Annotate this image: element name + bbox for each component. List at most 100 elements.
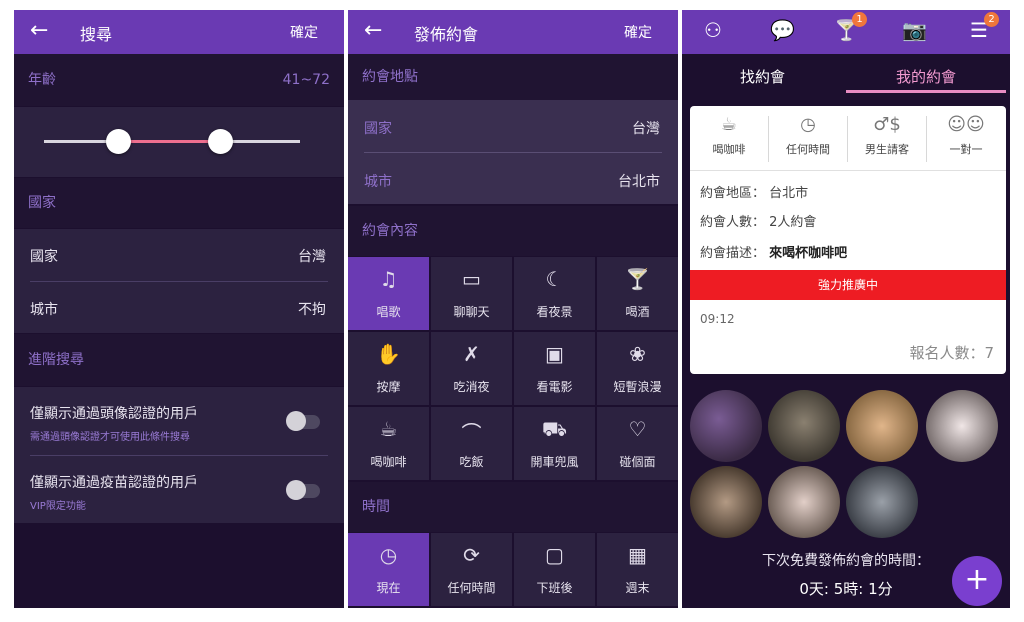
city-value: 不拘 — [298, 302, 326, 318]
tag-label: 一對一 — [949, 143, 983, 156]
country-row[interactable]: 國家 台灣 — [348, 100, 678, 152]
country-section-header: 國家 — [14, 178, 344, 228]
age-label: 年齡 — [28, 72, 56, 88]
area-value: 台北市 — [769, 186, 809, 201]
age-range-value: 41~72 — [282, 72, 330, 88]
country-row[interactable]: 國家 台灣 — [14, 229, 344, 281]
cloche-icon: ⌒ — [461, 421, 482, 445]
filter-hint: 需通過頭像認證才可使用此條件搜尋 — [30, 432, 190, 443]
date-area-line: 約會地區： 台北市 — [700, 182, 808, 201]
clock-arrow-icon: ⟳ — [463, 543, 480, 567]
time-now[interactable]: ◷ 現在 — [348, 533, 429, 606]
coffee-cup-icon: ☕ — [720, 114, 738, 135]
vaccine-filter-toggle[interactable] — [286, 480, 320, 500]
confirm-button[interactable]: 確定 — [624, 22, 652, 42]
briefcase-icon: ▢ — [545, 543, 564, 567]
avatar[interactable] — [846, 390, 918, 462]
time-weekend[interactable]: ▦ 週末 — [597, 533, 678, 606]
city-label: 城市 — [30, 302, 58, 318]
avatar[interactable] — [768, 390, 840, 462]
back-arrow-icon[interactable]: ← — [364, 18, 382, 43]
avatar[interactable] — [768, 466, 840, 538]
age-max-handle[interactable] — [208, 129, 233, 154]
time-label: 下班後 — [536, 581, 573, 595]
area-label: 約會地區： — [700, 186, 766, 201]
date-card[interactable]: ☕ 喝咖啡 ◷ 任何時間 ♂$ 男生請客 ☺☺ 一對一 約會地區： 台北市 約會人數： … — [690, 106, 1006, 374]
confirm-button[interactable]: 確定 — [290, 22, 318, 42]
tag-label: 男生請客 — [865, 143, 909, 156]
main-nav-bar: ⚇ 💬 🍸 1 📷 ☰ 2 — [682, 10, 1010, 54]
screenshot-frame: ← 搜尋 確定 年齡 41~72 國家 國家 台灣 城市 不拘 進階搜尋 僅顯示… — [0, 0, 1024, 622]
country-label: 國家 — [30, 249, 58, 265]
filter-label: 僅顯示通過頭像認證的用戶 — [30, 406, 198, 422]
page-title: 搜尋 — [80, 25, 113, 44]
tab-find-dates[interactable]: 找約會 — [740, 66, 785, 87]
time-any[interactable]: ⟳ 任何時間 — [431, 533, 512, 606]
search-screen: ← 搜尋 確定 年齡 41~72 國家 國家 台灣 城市 不拘 進階搜尋 僅顯示… — [14, 10, 344, 608]
activity-romance[interactable]: ❀ 短暫浪漫 — [597, 332, 678, 405]
activity-label: 看電影 — [536, 380, 573, 394]
card-tag: ◷ 任何時間 — [769, 114, 847, 168]
activity-massage[interactable]: ✋ 按摩 — [348, 332, 429, 405]
card-tag: ☕ 喝咖啡 — [690, 114, 768, 168]
activity-singing[interactable]: ♫ 唱歌 — [348, 257, 429, 330]
toggle-knob — [286, 411, 306, 431]
age-min-handle[interactable] — [106, 129, 131, 154]
calendar-icon: ▦ — [628, 543, 647, 567]
filter-label: 僅顯示通過疫苗認證的用戶 — [30, 475, 198, 491]
my-dates-screen: ⚇ 💬 🍸 1 📷 ☰ 2 找約會 我的約會 ☕ 喝咖啡 ◷ 任何時間 ♂$ 男生請客… — [682, 10, 1010, 608]
avatar[interactable] — [926, 390, 998, 462]
add-date-button[interactable]: + — [952, 556, 1002, 606]
camera-icon[interactable]: 📷 — [902, 18, 927, 42]
age-header: 年齡 41~72 — [14, 54, 344, 106]
tab-my-dates[interactable]: 我的約會 — [896, 66, 956, 87]
avatar-verified-filter[interactable]: 僅顯示通過頭像認證的用戶 需通過頭像認證才可使用此條件搜尋 — [14, 387, 344, 455]
activity-night-view[interactable]: ☾ 看夜景 — [514, 257, 595, 330]
activity-chat[interactable]: ▭ 聊聊天 — [431, 257, 512, 330]
activity-label: 聊聊天 — [453, 305, 490, 319]
chat-bubble-icon[interactable]: 💬 — [770, 18, 795, 42]
search-topbar: ← 搜尋 確定 — [14, 10, 344, 54]
vaccine-verified-filter[interactable]: 僅顯示通過疫苗認證的用戶 VIP限定功能 — [14, 456, 344, 523]
city-row[interactable]: 城市 不拘 — [14, 282, 344, 334]
card-tag: ☺☺ 一對一 — [927, 114, 1005, 168]
filter-hint: VIP限定功能 — [30, 501, 86, 512]
activity-coffee[interactable]: ☕ 喝咖啡 — [348, 407, 429, 480]
time-after-work[interactable]: ▢ 下班後 — [514, 533, 595, 606]
toggle-knob — [286, 480, 306, 500]
country-label: 國家 — [364, 121, 392, 137]
music-note-icon: ♫ — [379, 267, 398, 291]
activity-movie[interactable]: ▣ 看電影 — [514, 332, 595, 405]
activity-drinks[interactable]: 🍸 喝酒 — [597, 257, 678, 330]
notification-badge: 1 — [852, 12, 867, 27]
time-section-header: 時間 — [348, 482, 678, 532]
advanced-section-header: 進階搜尋 — [14, 334, 344, 386]
people-value: 2人約會 — [769, 215, 817, 230]
activity-label: 開車兜風 — [530, 455, 579, 469]
location-section-header: 約會地點 — [348, 54, 678, 100]
city-row[interactable]: 城市 台北市 — [348, 153, 678, 205]
city-label: 城市 — [364, 174, 392, 190]
activity-drive[interactable]: ⛟ 開車兜風 — [514, 407, 595, 480]
tag-label: 喝咖啡 — [712, 143, 746, 156]
back-arrow-icon[interactable]: ← — [30, 18, 48, 43]
people-icon[interactable]: ⚇ — [704, 18, 722, 42]
activity-label: 吃飯 — [459, 455, 484, 469]
activity-meet[interactable]: ♡ 碰個面 — [597, 407, 678, 480]
avatar[interactable] — [846, 466, 918, 538]
avatar-filter-toggle[interactable] — [286, 411, 320, 431]
avatar[interactable] — [690, 466, 762, 538]
activity-label: 看夜景 — [536, 305, 573, 319]
avatar[interactable] — [690, 390, 762, 462]
man-dollar-icon: ♂$ — [873, 114, 901, 135]
activity-late-snack[interactable]: ✗ 吃消夜 — [431, 332, 512, 405]
desc-value: 來喝杯咖啡吧 — [769, 246, 848, 261]
tag-label: 任何時間 — [786, 143, 830, 156]
heart-icon: ♡ — [628, 417, 647, 441]
activity-label: 碰個面 — [619, 455, 656, 469]
city-value: 台北市 — [618, 174, 660, 190]
card-tag: ♂$ 男生請客 — [848, 114, 926, 168]
post-time: 09:12 — [700, 312, 735, 326]
clock-arrow-icon: ◷ — [800, 114, 816, 135]
activity-meal[interactable]: ⌒ 吃飯 — [431, 407, 512, 480]
